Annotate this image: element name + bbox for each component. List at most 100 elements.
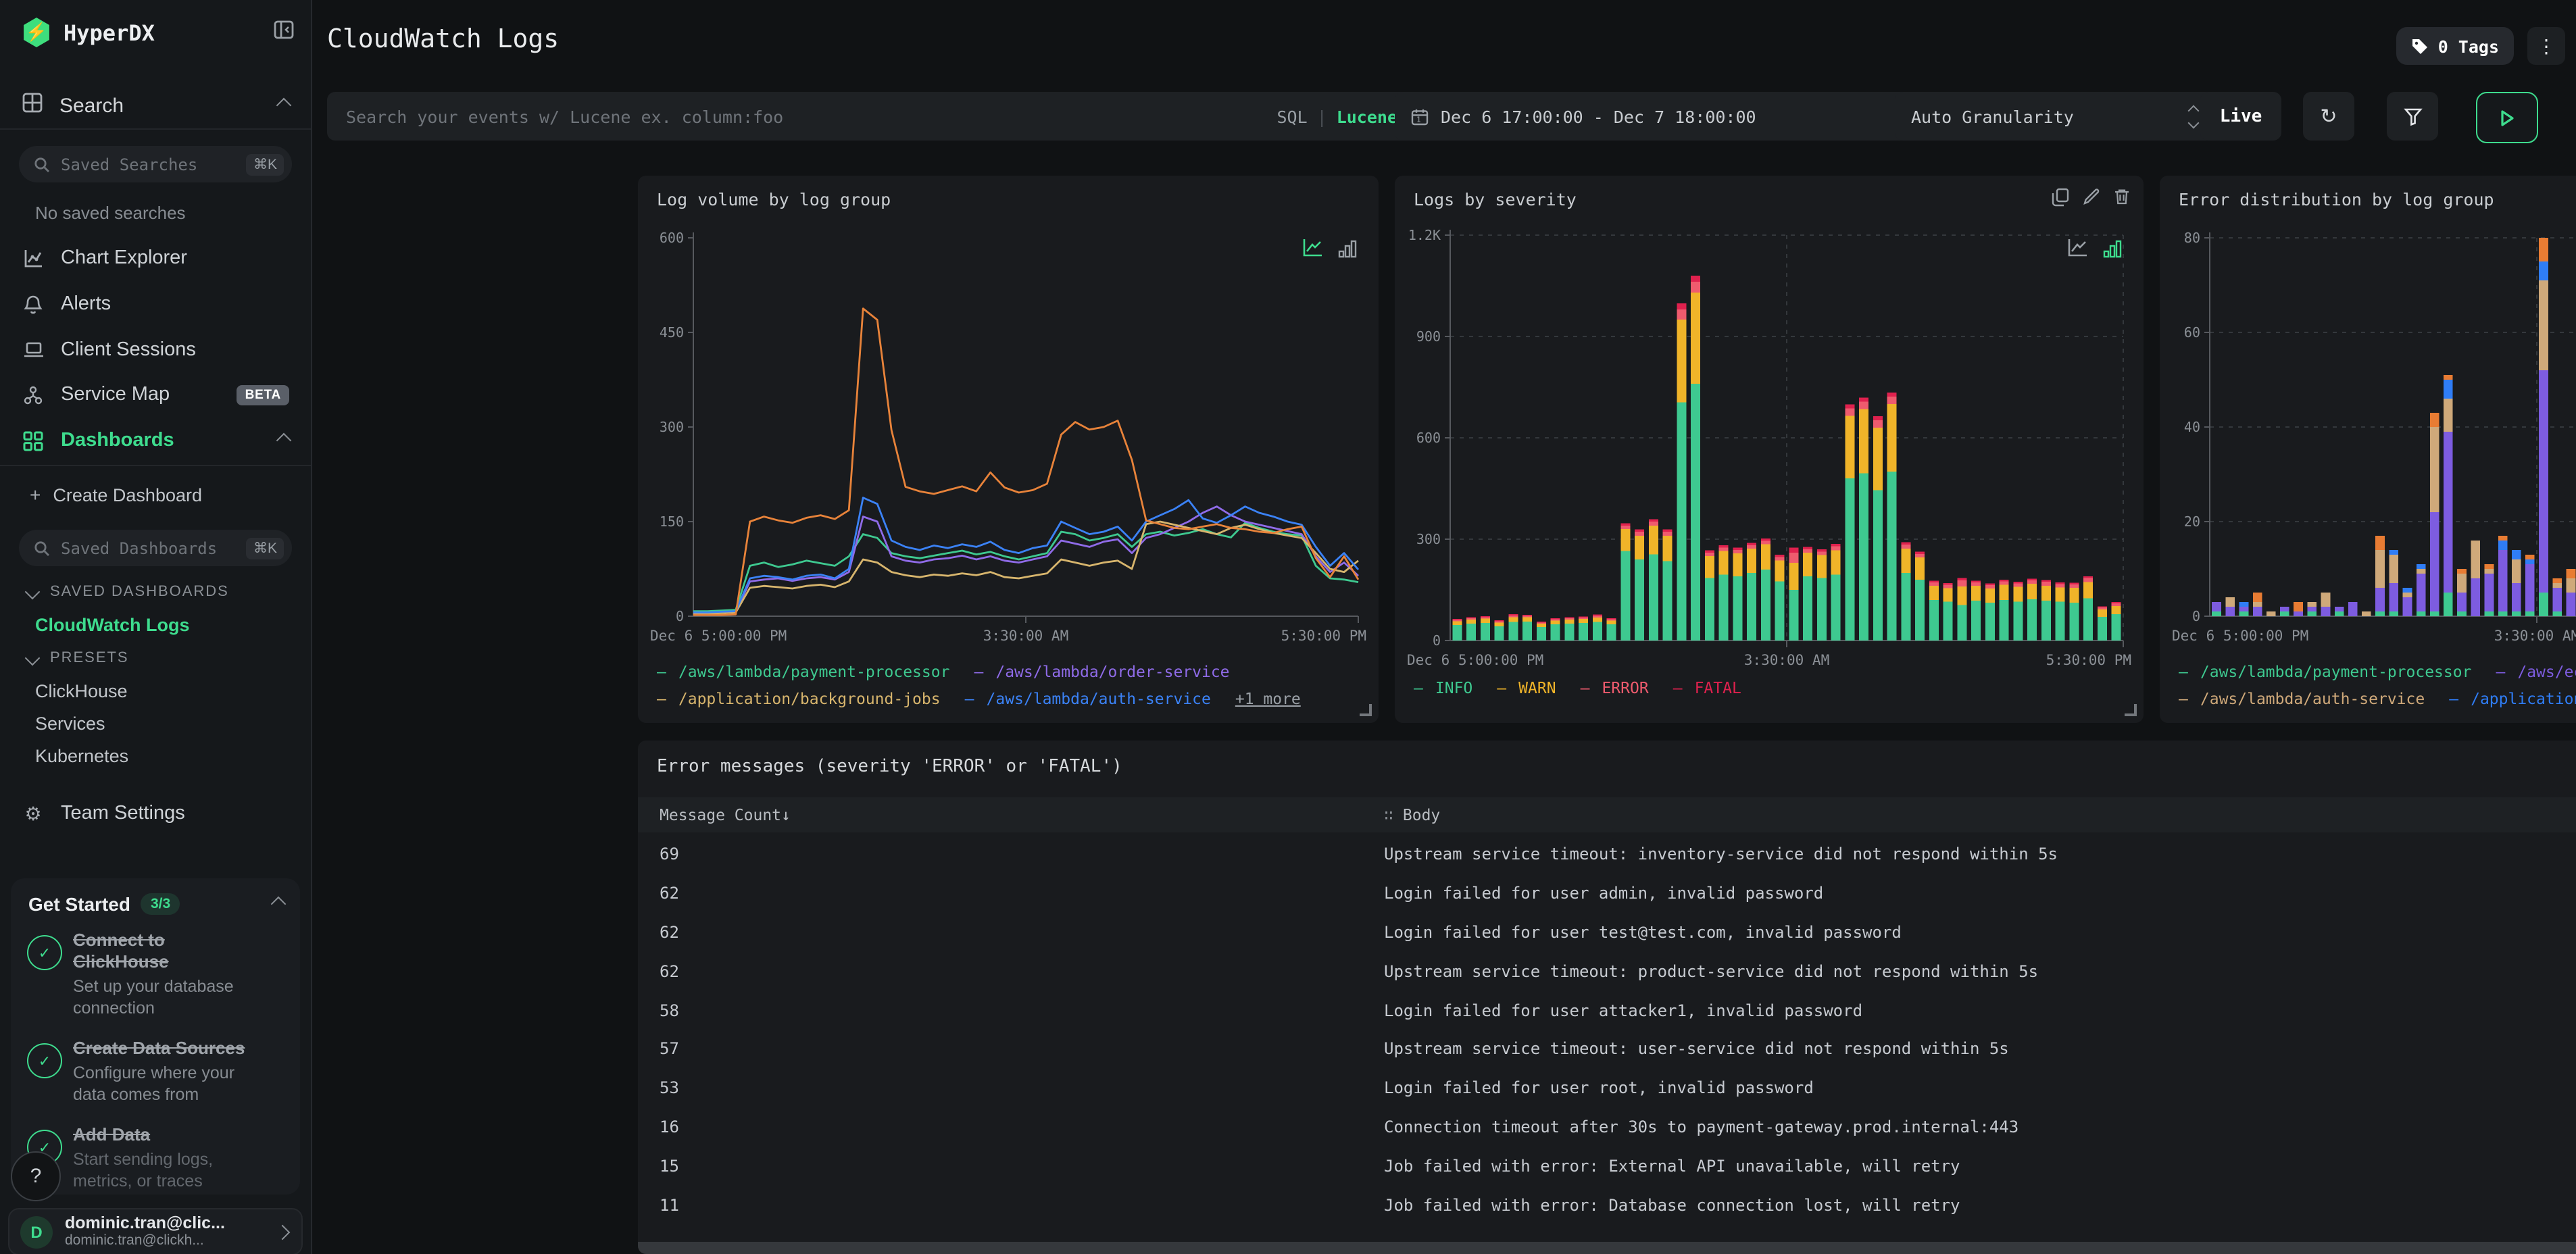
table-row[interactable]: 15 Job failed with error: External API un… — [638, 1147, 2576, 1186]
svg-text:900: 900 — [1416, 328, 1441, 345]
bar-segment — [1747, 543, 1757, 546]
legend-item[interactable]: — /aws/lambda/payment-processor — [657, 662, 949, 681]
bar-segment — [2484, 574, 2494, 611]
event-search-input[interactable] — [343, 105, 1277, 128]
bar-segment — [1536, 622, 1546, 624]
panel-resize-handle[interactable] — [1360, 704, 1372, 716]
sidebar-item-service-map[interactable]: Service Map BETA — [0, 373, 311, 416]
laptop-icon — [22, 341, 45, 359]
bar-segment — [2111, 614, 2121, 641]
column-header-message-count[interactable]: Message Count↓ — [638, 805, 1384, 824]
table-row[interactable]: 62 Upstream service timeout: product-serv… — [638, 952, 2576, 991]
message-count-cell: 15 — [660, 1156, 679, 1176]
horizontal-scrollbar[interactable] — [638, 1242, 2576, 1254]
sidebar-item-services[interactable]: Services — [35, 713, 300, 734]
section-presets[interactable]: PRESETS — [24, 650, 129, 666]
bar-segment — [1592, 618, 1602, 622]
edit-pencil-icon[interactable] — [2083, 188, 2100, 205]
legend-item[interactable]: — WARN — [1497, 678, 1556, 697]
bar-segment — [2444, 593, 2453, 616]
live-button[interactable]: Live — [2200, 92, 2281, 141]
run-query-button[interactable] — [2476, 92, 2538, 143]
create-dashboard-button[interactable]: + Create Dashboard — [0, 473, 311, 516]
legend-item[interactable]: — /aws/lambda/order-service — [974, 662, 1229, 681]
lucene-toggle[interactable]: Lucene — [1337, 106, 1397, 126]
legend-item[interactable]: — /application/background-jobs — [2449, 689, 2576, 708]
sidebar-item-cloudwatch-logs[interactable]: CloudWatch Logs — [35, 615, 300, 635]
tags-button[interactable]: 0 Tags — [2396, 27, 2514, 65]
bar-segment — [1480, 617, 1490, 619]
sidebar-item-dashboards[interactable]: Dashboards — [0, 419, 311, 462]
legend-item[interactable]: — FATAL — [1673, 678, 1741, 697]
sql-toggle[interactable]: SQL — [1277, 106, 1307, 126]
sidebar-item-team-settings[interactable]: ⚙ Team Settings — [0, 792, 311, 835]
sidebar-collapse-icon[interactable] — [273, 18, 295, 47]
bar-segment — [1579, 616, 1589, 618]
legend-item[interactable]: — ERROR — [1581, 678, 1649, 697]
legend-swatch: — — [964, 689, 974, 708]
bar-segment — [2307, 611, 2317, 616]
sidebar-item-kubernetes[interactable]: Kubernetes — [35, 746, 300, 766]
get-started-item-datasources[interactable]: ✓ Create Data Sources Configure where yo… — [24, 1038, 287, 1105]
sidebar-item-search[interactable]: Search — [0, 85, 311, 126]
duplicate-icon[interactable] — [2052, 188, 2069, 207]
legend-item[interactable]: — /application/background-jobs — [657, 689, 941, 708]
bar-segment — [1648, 522, 1658, 526]
legend-more-link[interactable]: +1 more — [1235, 689, 1301, 708]
panel-resize-handle[interactable] — [2125, 704, 2137, 716]
chevron-down-icon — [2187, 116, 2200, 128]
table-row[interactable]: 62 Login failed for user admin, invalid p… — [638, 874, 2576, 913]
user-menu[interactable]: D dominic.tran@clic... dominic.tran@clic… — [8, 1208, 303, 1254]
bar-segment — [1579, 618, 1589, 619]
legend-swatch: — — [2179, 662, 2188, 681]
table-row[interactable]: 62 Login failed for user test@test.com, i… — [638, 913, 2576, 952]
saved-searches-input[interactable]: Saved Searches ⌘K — [19, 146, 292, 182]
sidebar-item-chart-explorer[interactable]: Chart Explorer — [0, 236, 311, 280]
table-row[interactable]: 57 Upstream service timeout: user-service… — [638, 1030, 2576, 1069]
table-row[interactable]: 16 Connection timeout after 30s to paymen… — [638, 1107, 2576, 1147]
legend-item[interactable]: +1 more — [1235, 689, 1301, 708]
get-started-item-adddata[interactable]: ✓ Add Data Start sending logs, metrics, … — [24, 1124, 287, 1192]
legend-item[interactable]: — /aws/ecs/api-gateway — [2496, 662, 2576, 681]
bar-segment — [1985, 583, 1995, 586]
granularity-select[interactable]: Auto Granularity — [1895, 92, 2214, 141]
legend-item[interactable]: — /aws/lambda/auth-service — [965, 689, 1211, 708]
legend-swatch: — — [2179, 689, 2188, 708]
table-row[interactable]: 53 Login failed for user root, invalid pa… — [638, 1069, 2576, 1108]
saved-dashboards-input[interactable]: Saved Dashboards ⌘K — [19, 530, 292, 566]
bar-segment — [1760, 538, 1770, 541]
bar-segment — [2280, 607, 2289, 611]
svg-text:3:30:00 AM: 3:30:00 AM — [1744, 652, 1829, 668]
legend-item[interactable]: — /aws/lambda/payment-processor — [2179, 662, 2471, 681]
table-row[interactable]: 58 Login failed for user attacker1, inval… — [638, 990, 2576, 1030]
sidebar-item-client-sessions[interactable]: Client Sessions — [0, 328, 311, 372]
trash-icon[interactable] — [2114, 188, 2130, 205]
svg-text:Dec 6 5:00:00 PM: Dec 6 5:00:00 PM — [650, 628, 787, 644]
legend-item[interactable]: — /aws/lambda/auth-service — [2179, 689, 2425, 708]
get-started-header[interactable]: Get Started 3/3 — [11, 878, 300, 915]
bar-segment — [2083, 582, 2094, 599]
bar-segment — [1466, 624, 1477, 641]
date-range-picker[interactable]: 1 Dec 6 17:00:00 - Dec 7 18:00:00 — [1395, 92, 1908, 141]
bar-segment — [1859, 409, 1869, 474]
column-header-body[interactable]: ∷ Body — [1384, 805, 2576, 824]
sidebar-item-alerts[interactable]: Alerts — [0, 282, 311, 326]
drag-handle-icon[interactable]: ∷ — [1384, 805, 1393, 824]
kebab-menu-button[interactable]: ⋮ — [2527, 27, 2565, 65]
section-saved-dashboards[interactable]: SAVED DASHBOARDS — [24, 584, 229, 600]
chevron-down-icon — [24, 650, 41, 666]
bar-segment — [2416, 569, 2426, 574]
sidebar-item-clickhouse[interactable]: ClickHouse — [35, 681, 300, 701]
get-started-item-connect[interactable]: ✓ Connect to ClickHouse Set up your data… — [24, 930, 287, 1019]
filter-button[interactable] — [2387, 92, 2438, 141]
legend-item[interactable]: — INFO — [1414, 678, 1472, 697]
table-row[interactable]: 11 Job failed with error: Database connec… — [638, 1185, 2576, 1224]
chart-line-icon — [22, 248, 45, 268]
sort-descending-icon: ↓ — [781, 805, 791, 824]
user-email: dominic.tran@clickh... — [65, 1232, 204, 1249]
help-button[interactable]: ? — [11, 1151, 61, 1201]
bar-segment — [1494, 622, 1504, 627]
table-row[interactable]: 69 Upstream service timeout: inventory-se… — [638, 835, 2576, 874]
refresh-button[interactable]: ↻ — [2303, 92, 2354, 141]
panel-actions — [2052, 188, 2130, 207]
